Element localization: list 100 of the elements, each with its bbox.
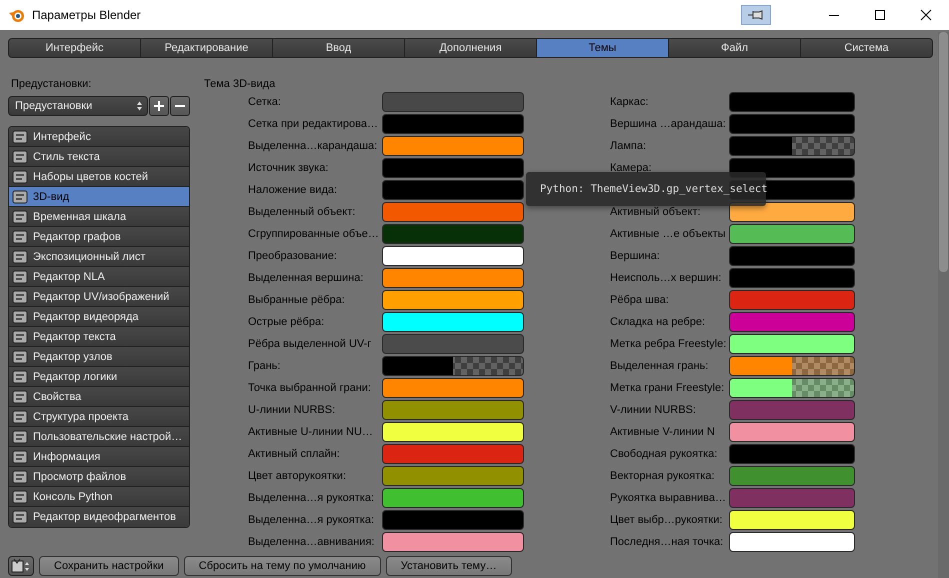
add-button[interactable] bbox=[149, 96, 169, 116]
remove-button[interactable] bbox=[170, 96, 190, 116]
color-swatch[interactable] bbox=[729, 158, 855, 178]
color-swatch[interactable] bbox=[382, 466, 524, 486]
sidebar-item[interactable]: Наборы цветов костей bbox=[9, 167, 189, 187]
sidebar-item[interactable]: Редактор узлов bbox=[9, 347, 189, 367]
color-label: Последня…ная точка: bbox=[610, 536, 724, 548]
color-swatch[interactable] bbox=[729, 136, 855, 156]
color-swatch[interactable] bbox=[729, 334, 855, 354]
sidebar-item[interactable]: Консоль Python bbox=[9, 487, 189, 507]
color-swatch[interactable] bbox=[729, 510, 855, 530]
color-label: Векторная рукоятка: bbox=[610, 470, 716, 482]
color-swatch[interactable] bbox=[729, 532, 855, 552]
pin-button[interactable] bbox=[741, 5, 771, 25]
action-button[interactable]: Сохранить настройки bbox=[39, 556, 179, 576]
maximize-icon bbox=[874, 9, 886, 21]
scrollbar[interactable] bbox=[938, 32, 949, 578]
color-label: Источник звука: bbox=[248, 162, 330, 174]
color-swatch[interactable] bbox=[382, 532, 524, 552]
color-swatch[interactable] bbox=[382, 136, 524, 156]
sidebar-item[interactable]: 3D-вид bbox=[9, 187, 189, 207]
color-label: Сетка: bbox=[248, 96, 282, 108]
list-icon bbox=[12, 150, 28, 164]
color-label: V-линии NURBS: bbox=[610, 404, 697, 416]
list-icon bbox=[12, 430, 28, 444]
color-label: Цвет выбр…рукоятки: bbox=[610, 514, 724, 526]
color-swatch[interactable] bbox=[729, 92, 855, 112]
color-swatch[interactable] bbox=[729, 466, 855, 486]
color-swatch[interactable] bbox=[729, 400, 855, 420]
color-label: Выделенна…авнивания: bbox=[248, 536, 376, 548]
color-swatch[interactable] bbox=[382, 488, 524, 508]
sidebar-item[interactable]: Редактор видеоряда bbox=[9, 307, 189, 327]
tab[interactable]: Темы bbox=[537, 38, 669, 58]
color-swatch[interactable] bbox=[729, 114, 855, 134]
color-label: Цвет авторукоятки: bbox=[248, 470, 348, 482]
color-swatch[interactable] bbox=[729, 202, 855, 222]
tab[interactable]: Редактирование bbox=[141, 38, 273, 58]
sidebar-item[interactable]: Пользовательские настрой… bbox=[9, 427, 189, 447]
sidebar-item[interactable]: Просмотр файлов bbox=[9, 467, 189, 487]
tab[interactable]: Ввод bbox=[273, 38, 405, 58]
tab[interactable]: Система bbox=[801, 38, 933, 58]
color-swatch[interactable] bbox=[382, 92, 524, 112]
color-swatch[interactable] bbox=[382, 312, 524, 332]
color-swatch[interactable] bbox=[382, 444, 524, 464]
color-label: Выделенна…карандаша: bbox=[248, 140, 378, 152]
color-swatch[interactable] bbox=[382, 510, 524, 530]
color-swatch[interactable] bbox=[729, 422, 855, 442]
editor-type-button[interactable] bbox=[8, 556, 34, 576]
action-button[interactable]: Сбросить на тему по умолчанию bbox=[184, 556, 381, 576]
sidebar-item[interactable]: Редактор UV/изображений bbox=[9, 287, 189, 307]
color-swatch[interactable] bbox=[382, 158, 524, 178]
color-swatch[interactable] bbox=[729, 290, 855, 310]
sidebar-item[interactable]: Стиль текста bbox=[9, 147, 189, 167]
color-swatch[interactable] bbox=[729, 356, 855, 376]
up-down-arrows-icon bbox=[136, 100, 143, 112]
sidebar-item[interactable]: Редактор логики bbox=[9, 367, 189, 387]
color-swatch[interactable] bbox=[729, 246, 855, 266]
list-icon bbox=[12, 370, 28, 384]
section-title: Тема 3D-вида bbox=[204, 78, 276, 90]
list-icon bbox=[12, 130, 28, 144]
presets-dropdown[interactable]: Предустановки bbox=[8, 96, 148, 116]
list-icon bbox=[12, 410, 28, 424]
sidebar-item[interactable]: Редактор текста bbox=[9, 327, 189, 347]
logo-icon bbox=[8, 7, 26, 23]
color-label: Неисполь…х вершин: bbox=[610, 272, 722, 284]
color-swatch[interactable] bbox=[382, 180, 524, 200]
color-swatch[interactable] bbox=[382, 378, 524, 398]
sidebar-item[interactable]: Редактор графов bbox=[9, 227, 189, 247]
color-swatch[interactable] bbox=[729, 312, 855, 332]
sidebar-item[interactable]: Информация bbox=[9, 447, 189, 467]
color-swatch[interactable] bbox=[382, 246, 524, 266]
sidebar-item[interactable]: Временная шкала bbox=[9, 207, 189, 227]
color-swatch[interactable] bbox=[382, 202, 524, 222]
color-swatch[interactable] bbox=[729, 224, 855, 244]
sidebar-item[interactable]: Интерфейс bbox=[9, 127, 189, 147]
color-label: Точка выбранной грани: bbox=[248, 382, 372, 394]
sidebar-item[interactable]: Редактор видеофрагментов bbox=[9, 507, 189, 527]
color-swatch[interactable] bbox=[729, 488, 855, 508]
color-swatch[interactable] bbox=[382, 400, 524, 420]
tab[interactable]: Интерфейс bbox=[8, 38, 141, 58]
sidebar-item[interactable]: Структура проекта bbox=[9, 407, 189, 427]
color-swatch[interactable] bbox=[382, 114, 524, 134]
color-swatch[interactable] bbox=[382, 268, 524, 288]
sidebar-item[interactable]: Экспозиционный лист bbox=[9, 247, 189, 267]
color-label: Лампа: bbox=[610, 140, 648, 152]
color-swatch[interactable] bbox=[729, 444, 855, 464]
color-swatch[interactable] bbox=[382, 356, 524, 376]
action-button[interactable]: Установить тему… bbox=[386, 556, 512, 576]
color-swatch[interactable] bbox=[382, 290, 524, 310]
color-swatch[interactable] bbox=[729, 268, 855, 288]
color-label: U-линии NURBS: bbox=[248, 404, 336, 416]
color-swatch[interactable] bbox=[382, 224, 524, 244]
color-swatch[interactable] bbox=[382, 422, 524, 442]
sidebar-item[interactable]: Редактор NLA bbox=[9, 267, 189, 287]
sidebar-item[interactable]: Свойства bbox=[9, 387, 189, 407]
color-swatch[interactable] bbox=[729, 378, 855, 398]
tab[interactable]: Дополнения bbox=[405, 38, 537, 58]
list-icon bbox=[12, 470, 28, 484]
tab[interactable]: Файл bbox=[669, 38, 801, 58]
color-swatch[interactable] bbox=[382, 334, 524, 354]
